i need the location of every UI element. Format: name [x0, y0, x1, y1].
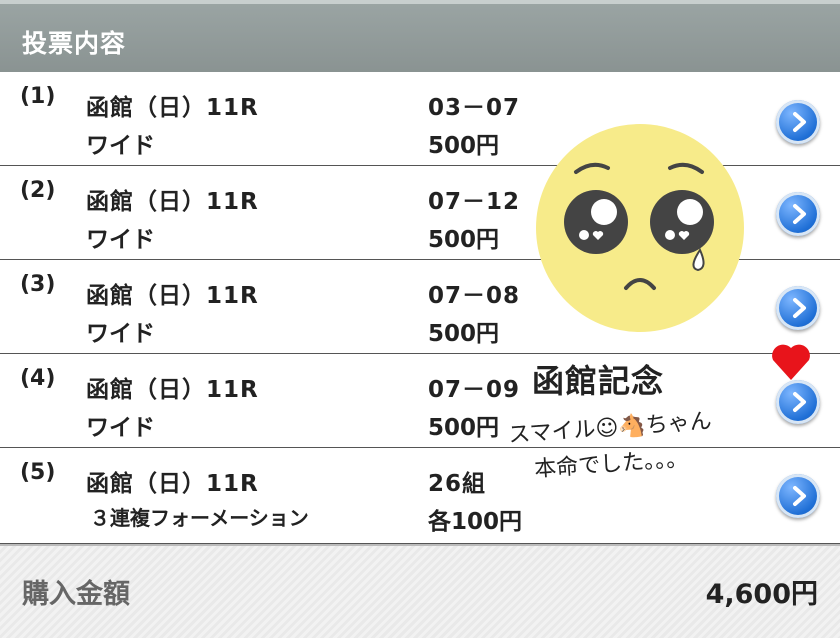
race-name: 函館（日）11R	[86, 283, 259, 309]
bet-number: (5)	[20, 460, 56, 485]
detail-arrow-button[interactable]	[776, 100, 820, 144]
detail-arrow-button[interactable]	[776, 380, 820, 424]
bet-type: ワイド	[86, 415, 155, 441]
bet-row[interactable]: (4) 函館（日）11R ワイド 07－09 500円	[0, 354, 840, 448]
bet-type: ワイド	[86, 133, 155, 159]
bet-type: ワイド	[86, 227, 155, 253]
bet-combination: 07－08	[428, 283, 521, 309]
race-name: 函館（日）11R	[86, 95, 259, 121]
bet-type: ワイド	[86, 321, 155, 347]
bet-combination: 26組	[428, 471, 487, 497]
bet-amount: 500円	[428, 321, 500, 347]
handwritten-race-title: 函館記念	[532, 362, 665, 400]
bet-type: ３連複フォーメーション	[90, 506, 309, 530]
race-name: 函館（日）11R	[86, 189, 259, 215]
total-amount: 4,600円	[705, 579, 818, 610]
heart-icon	[772, 344, 810, 380]
bet-combination: 07－09	[428, 377, 521, 403]
bet-number: (2)	[20, 178, 56, 203]
detail-arrow-button[interactable]	[776, 474, 820, 518]
detail-arrow-button[interactable]	[776, 286, 820, 330]
purchase-total-bar: 購入金額 4,600円	[0, 544, 840, 638]
section-title: 投票内容	[22, 29, 127, 58]
chevron-right-icon	[793, 298, 806, 318]
total-label: 購入金額	[22, 579, 130, 610]
bet-number: (1)	[20, 84, 56, 109]
bet-number: (3)	[20, 272, 56, 297]
bet-combination: 07－12	[428, 189, 521, 215]
chevron-right-icon	[793, 112, 806, 132]
section-header: 投票内容	[0, 0, 840, 72]
chevron-right-icon	[793, 392, 806, 412]
bet-amount: 各100円	[428, 509, 523, 535]
bet-row[interactable]: (5) 函館（日）11R ３連複フォーメーション 26組 各100円	[0, 448, 840, 544]
race-name: 函館（日）11R	[86, 377, 259, 403]
chevron-right-icon	[793, 204, 806, 224]
race-name: 函館（日）11R	[86, 471, 259, 497]
bet-amount: 500円	[428, 415, 500, 441]
bet-amount: 500円	[428, 227, 500, 253]
bet-amount: 500円	[428, 133, 500, 159]
chevron-right-icon	[793, 486, 806, 506]
detail-arrow-button[interactable]	[776, 192, 820, 236]
bet-number: (4)	[20, 366, 56, 391]
bet-combination: 03－07	[428, 95, 521, 121]
pleading-face-icon	[536, 124, 744, 332]
